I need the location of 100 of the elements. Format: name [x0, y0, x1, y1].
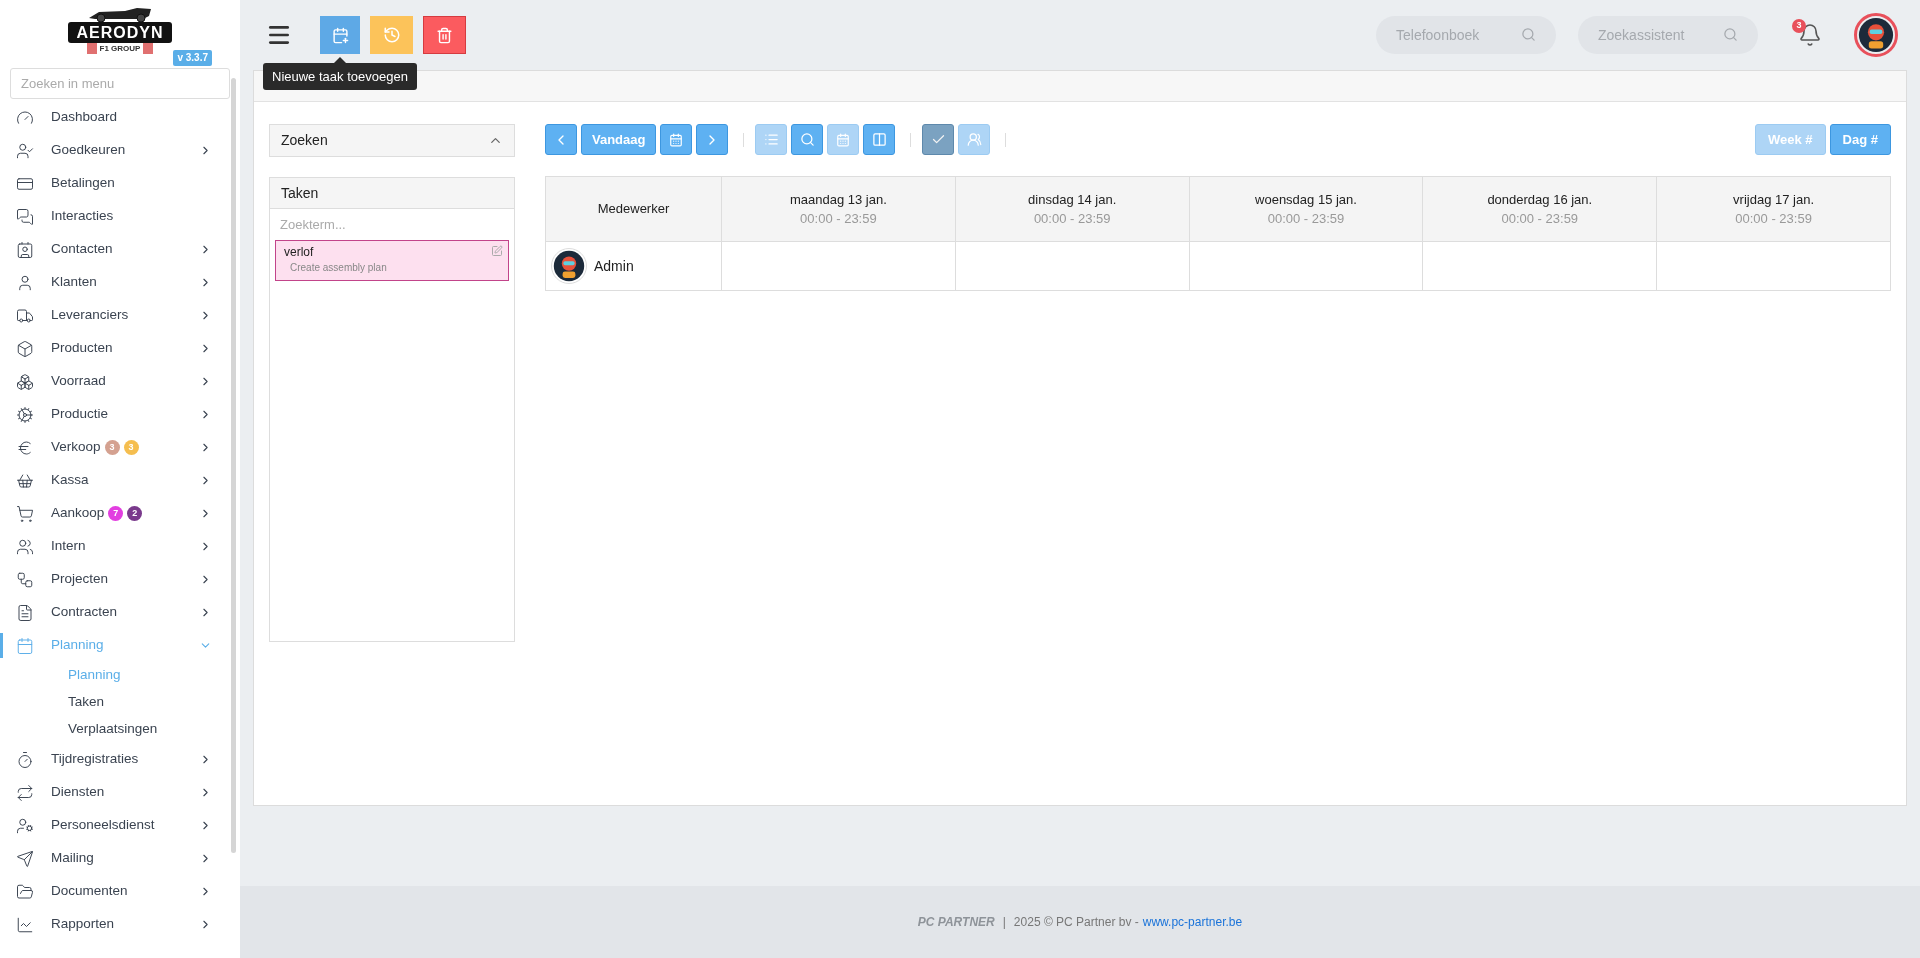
- calendar-icon: [836, 132, 851, 147]
- menu-item[interactable]: Interacties: [0, 200, 232, 233]
- menu-item[interactable]: Klanten: [0, 266, 232, 299]
- menu-item[interactable]: Contracten: [0, 596, 232, 629]
- user-check-icon: [16, 141, 34, 160]
- menu-item[interactable]: Productie: [0, 398, 232, 431]
- document-icon: [16, 603, 34, 622]
- count-badge: 3: [123, 440, 139, 455]
- hours-range: 00:00 - 23:59: [1501, 210, 1579, 228]
- menu-item[interactable]: Leveranciers: [0, 299, 232, 332]
- check-button[interactable]: [922, 124, 955, 155]
- version-badge: v 3.3.7: [173, 50, 212, 66]
- submenu-item[interactable]: Verplaatsingen: [0, 716, 232, 743]
- menu-item[interactable]: Dashboard: [0, 101, 232, 134]
- menu-item[interactable]: Voorraad: [0, 365, 232, 398]
- menu-item[interactable]: Producten: [0, 332, 232, 365]
- folder-icon: [16, 882, 34, 901]
- menu-search-field[interactable]: Zoeken in menu: [10, 68, 230, 99]
- search-icon: [799, 132, 815, 147]
- day-cell[interactable]: [721, 241, 956, 291]
- profile-button[interactable]: [1854, 13, 1898, 57]
- count-badge: 2: [127, 506, 143, 521]
- workflow-icon: [16, 570, 34, 589]
- columns-button[interactable]: [863, 124, 896, 155]
- gears-icon: [16, 405, 34, 424]
- menu-item[interactable]: Diensten: [0, 776, 232, 809]
- menu-item[interactable]: Kassa: [0, 464, 232, 497]
- day-cell[interactable]: [955, 241, 1190, 291]
- chat-icon: [16, 207, 34, 226]
- menu-item[interactable]: Contacten: [0, 233, 232, 266]
- phonebook-search-field[interactable]: Telefoonboek: [1376, 16, 1556, 54]
- search-button[interactable]: [791, 124, 824, 155]
- footer-separator: |: [1002, 914, 1006, 931]
- gauge-icon: [16, 108, 34, 127]
- avatar-icon: [553, 250, 585, 282]
- calendar-icon: [16, 636, 34, 655]
- footer-link[interactable]: www.pc-partner.be: [1142, 913, 1243, 931]
- menu-item[interactable]: Tijdregistraties: [0, 743, 232, 776]
- task-subtitle: Create assembly plan: [289, 261, 388, 275]
- menu-item[interactable]: Documenten: [0, 875, 232, 908]
- column-title: woensdag 15 jan.: [1255, 190, 1357, 209]
- hours-range: 00:00 - 23:59: [1735, 210, 1812, 228]
- delete-button[interactable]: [423, 16, 466, 54]
- count-badge: 3: [104, 440, 120, 455]
- day-cell[interactable]: [1422, 241, 1657, 291]
- column-title: dinsdag 14 jan.: [1028, 190, 1117, 209]
- column-title: donderdag 16 jan.: [1487, 190, 1593, 209]
- line-chart-icon: [16, 915, 34, 934]
- tasks-panel-title: Taken: [270, 178, 514, 209]
- menu-item[interactable]: Betalingen: [0, 167, 232, 200]
- task-card[interactable]: verlof Create assembly plan: [275, 240, 509, 281]
- list-icon: [763, 132, 779, 147]
- avatar-icon: [1858, 17, 1894, 53]
- columns-icon: [871, 132, 887, 147]
- hours-range: 00:00 - 23:59: [800, 210, 877, 228]
- trash-icon: [436, 26, 453, 44]
- assistant-search-field[interactable]: Zoekassistent: [1578, 16, 1758, 54]
- column-title: Medewerker: [597, 200, 670, 219]
- edit-icon[interactable]: [491, 245, 503, 257]
- calendar-icon: [669, 132, 684, 147]
- tooltip: Nieuwe taak toevoegen: [263, 63, 417, 90]
- users-icon: [966, 132, 982, 147]
- calendar-plus-icon: [331, 26, 349, 44]
- menu-item[interactable]: Mailing: [0, 842, 232, 875]
- notifications-button[interactable]: [1798, 23, 1822, 47]
- user-icon: [16, 273, 34, 292]
- box-icon: [16, 339, 34, 358]
- add-task-button[interactable]: [320, 16, 360, 54]
- euro-icon: [16, 438, 34, 457]
- employee-name: Admin: [594, 256, 634, 276]
- task-title: verlof: [284, 244, 314, 261]
- day-cell[interactable]: [1656, 241, 1891, 291]
- day-cell[interactable]: [1189, 241, 1423, 291]
- next-button[interactable]: [696, 124, 729, 155]
- menu-item[interactable]: Projecten: [0, 563, 232, 596]
- scrollbar[interactable]: [231, 78, 236, 853]
- menu-item[interactable]: Goedkeuren: [0, 134, 232, 167]
- search-icon: [1521, 27, 1536, 42]
- calendar-button[interactable]: [660, 124, 693, 155]
- menu-item[interactable]: Aankoop 7 2: [0, 497, 232, 530]
- boxes-icon: [16, 372, 34, 391]
- menu-item[interactable]: Personeelsdienst: [0, 809, 232, 842]
- menu-item[interactable]: Intern: [0, 530, 232, 563]
- hours-range: 00:00 - 23:59: [1033, 210, 1111, 228]
- task-search-field[interactable]: Zoekterm...: [270, 209, 514, 240]
- count-badge: 7: [108, 506, 124, 521]
- prev-button[interactable]: [545, 124, 577, 155]
- logo-tagline: F1 GROUP: [86, 43, 154, 54]
- bell-icon: [1798, 23, 1822, 47]
- submenu-item[interactable]: Taken: [0, 689, 232, 716]
- basket-icon: [16, 471, 34, 490]
- send-icon: [16, 849, 34, 868]
- history-icon: [382, 26, 401, 44]
- menu-item[interactable]: Verkoop 3 3: [0, 431, 232, 464]
- footer-copyright: 2025 © PC Partner bv -: [1013, 914, 1139, 931]
- history-button[interactable]: [370, 16, 413, 54]
- contact-card-icon: [16, 240, 34, 259]
- menu-item[interactable]: Rapporten: [0, 908, 232, 941]
- search-accordion[interactable]: Zoeken: [269, 124, 515, 157]
- repeat-icon: [16, 783, 34, 802]
